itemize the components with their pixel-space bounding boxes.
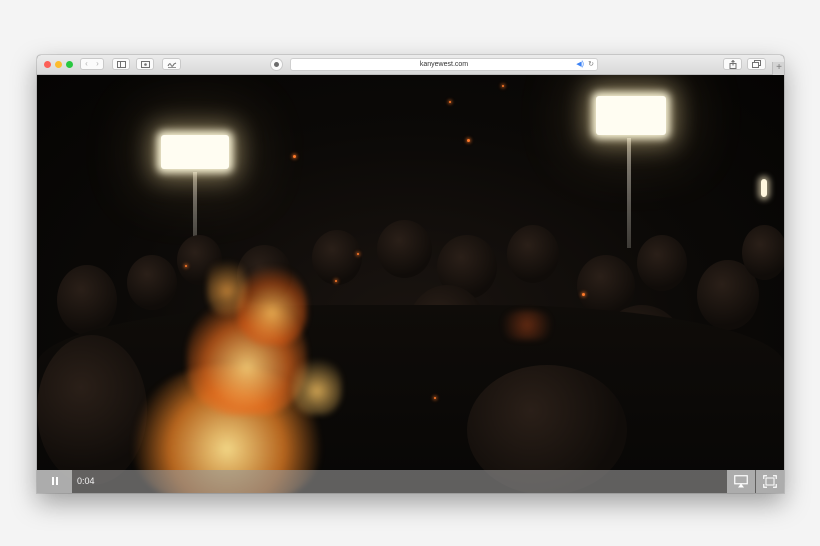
stage-light-right (596, 96, 666, 135)
pause-button[interactable] (37, 470, 72, 493)
browser-window: ‹ › kanyewest.com ◀) ↻ + 0:04 (37, 55, 784, 493)
url-text: kanyewest.com (419, 61, 469, 68)
fullscreen-icon (763, 475, 777, 488)
forward-button[interactable]: › (92, 60, 103, 68)
privacy-icon (274, 62, 279, 67)
reader-icon (140, 60, 150, 68)
reader-button[interactable] (136, 58, 154, 70)
extension-button[interactable] (162, 58, 181, 70)
signature-icon (167, 62, 176, 68)
fullscreen-button[interactable] (756, 470, 784, 493)
airplay-button[interactable] (727, 470, 755, 493)
share-button[interactable] (723, 58, 742, 70)
video-controls-bar: 0:04 (37, 470, 784, 493)
sidebar-button[interactable] (112, 58, 130, 70)
close-window-button[interactable] (44, 61, 51, 68)
share-icon (729, 59, 736, 69)
back-button[interactable]: ‹ (81, 60, 92, 68)
privacy-button[interactable] (270, 58, 283, 71)
video-frame[interactable] (37, 75, 784, 493)
minimize-window-button[interactable] (55, 61, 62, 68)
tabs-overview-icon (752, 60, 761, 68)
tabs-overview-button[interactable] (747, 58, 766, 70)
speaker-icon[interactable]: ◀) (576, 60, 584, 69)
current-time: 0:04 (77, 476, 95, 486)
address-bar[interactable]: kanyewest.com ◀) ↻ (290, 58, 598, 71)
reload-icon[interactable]: ↻ (588, 60, 594, 69)
pause-icon (51, 476, 59, 487)
stage-light-left (161, 135, 229, 169)
sidebar-icon (116, 60, 126, 68)
zoom-window-button[interactable] (66, 61, 73, 68)
new-tab-button[interactable]: + (772, 62, 784, 75)
browser-toolbar: ‹ › kanyewest.com ◀) ↻ + (37, 55, 784, 75)
distant-light (761, 179, 767, 197)
chevron-left-icon: ‹ (85, 59, 88, 68)
navigation-buttons: ‹ › (80, 58, 104, 70)
airplay-icon (734, 475, 748, 488)
plus-icon: + (776, 62, 782, 73)
chevron-right-icon: › (96, 59, 99, 68)
